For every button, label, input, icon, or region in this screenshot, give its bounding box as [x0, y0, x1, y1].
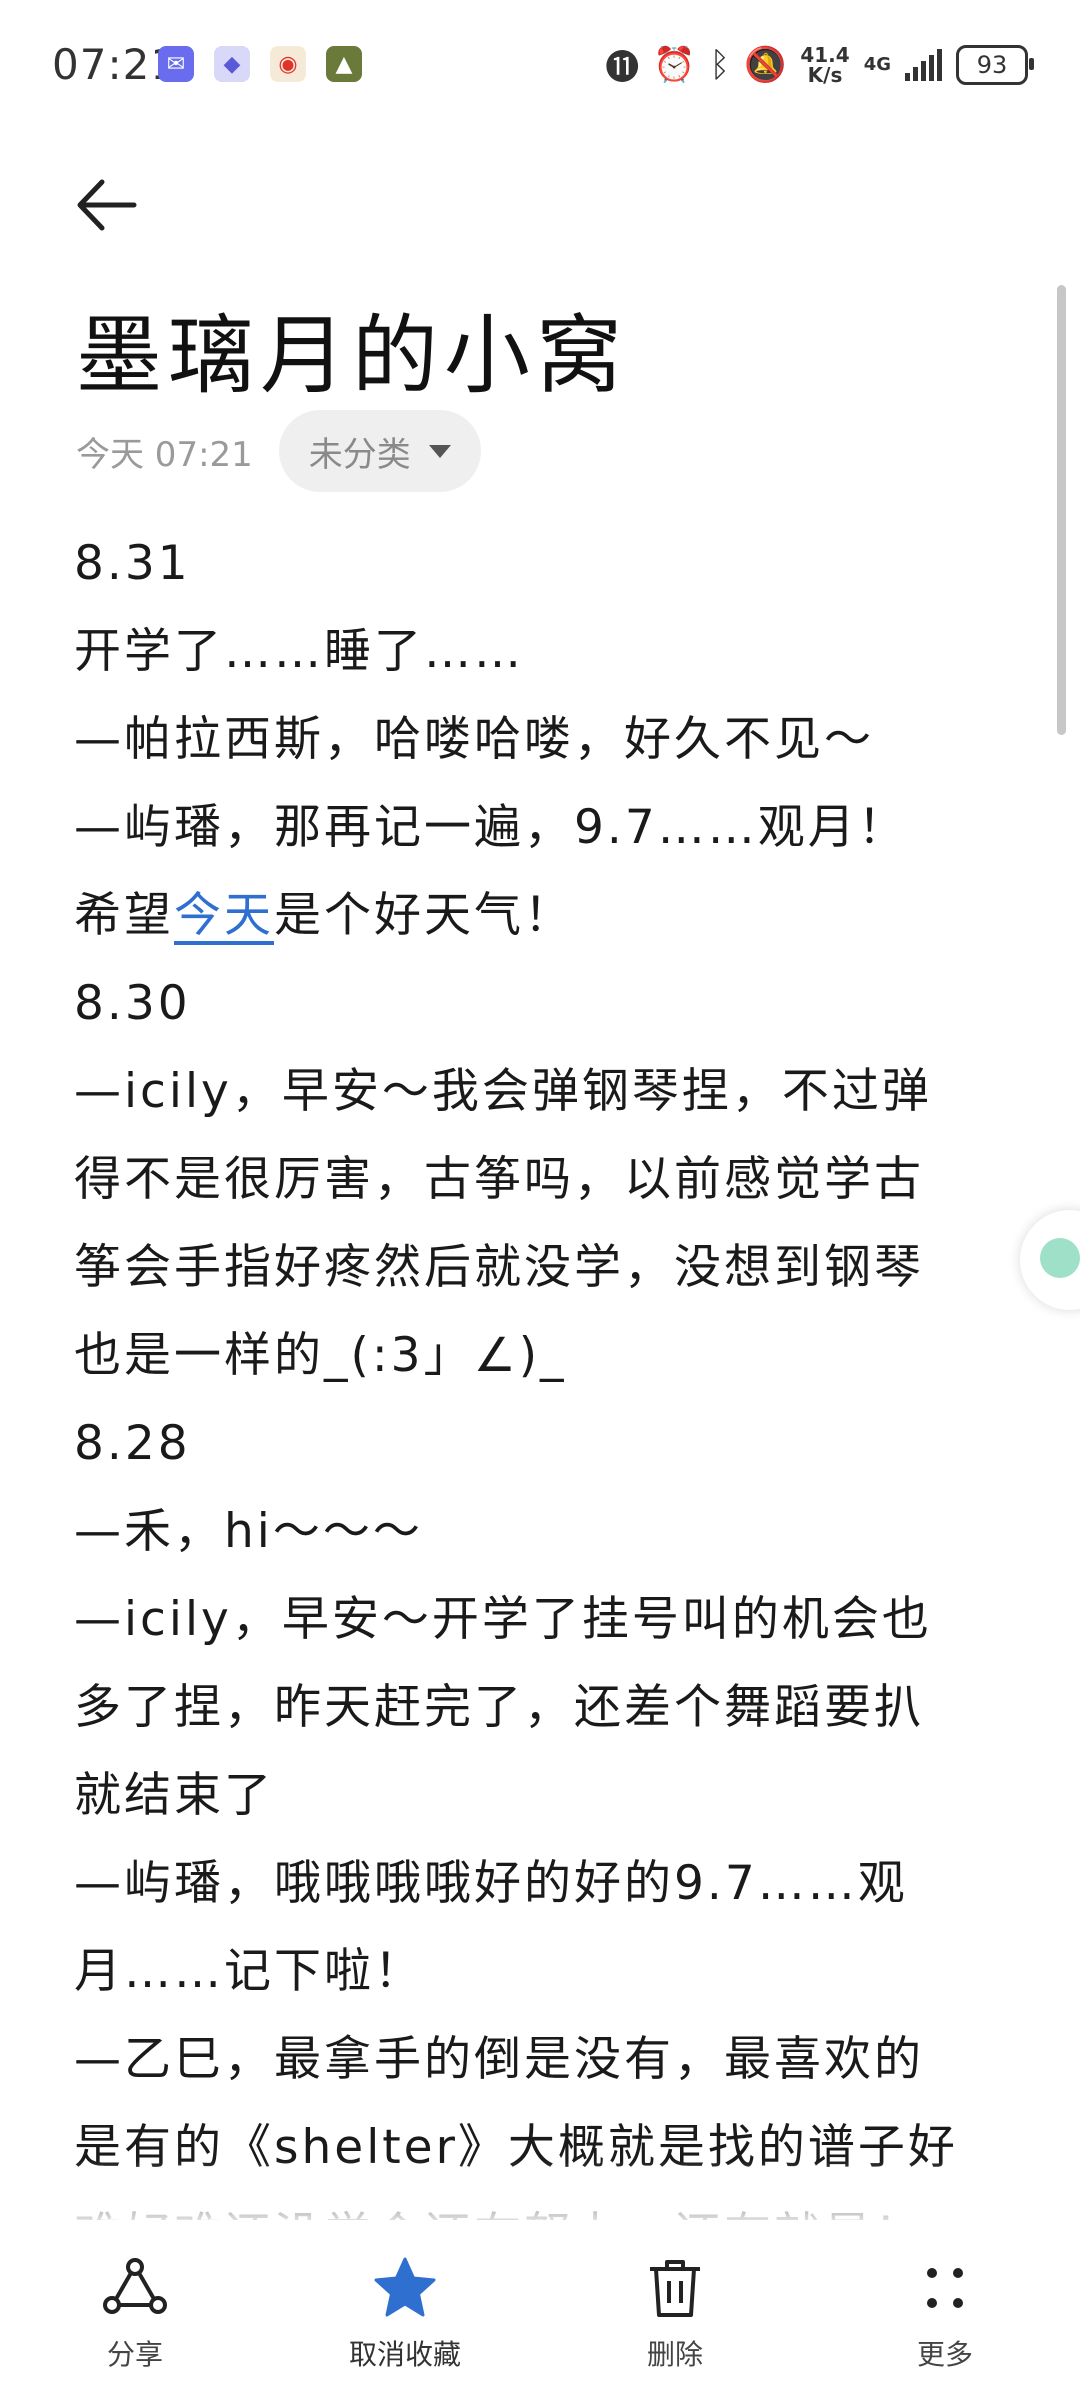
bottom-toolbar: 分享 取消收藏 删除 更多 — [0, 2225, 1080, 2388]
note-line: —icily，早安～我会弹钢琴捏，不过弹 — [74, 1064, 932, 1119]
trash-icon — [650, 2260, 700, 2317]
back-arrow-icon — [77, 179, 137, 231]
signal-icon — [905, 48, 942, 81]
note-line: —乙巳，最拿手的倒是没有，最喜欢的 — [74, 2032, 924, 2087]
note-line: —屿璠，哦哦哦哦好的好的9.7……观 — [74, 1856, 908, 1911]
note-line: 开学了……睡了…… — [74, 624, 524, 679]
share-icon — [103, 2258, 167, 2314]
note-line: 多了捏，昨天赶完了，还差个舞蹈要扒 — [74, 1680, 924, 1735]
notification-icons: ✉ ◆ ◉ ▲ — [158, 46, 362, 82]
more-label: 更多 — [916, 2338, 973, 2371]
note-date: 今天 07:21 — [76, 434, 253, 475]
note-line: 就结束了 — [74, 1768, 274, 1823]
unfavorite-label: 取消收藏 — [348, 2338, 461, 2371]
weibo-app-icon: ◉ — [270, 46, 306, 82]
note-line: —禾，hi～～～ — [74, 1504, 423, 1559]
game-app-icon: ▲ — [326, 46, 362, 82]
note-line: 月……记下啦！ — [74, 1944, 424, 1999]
note-text: 是个好天气！ — [274, 888, 574, 943]
network-speed: 41.4 K/s — [800, 42, 850, 87]
network-type: 4G — [863, 53, 891, 75]
note-line: —屿璠，那再记一遍，9.7……观月！ — [74, 800, 908, 855]
category-dropdown[interactable]: 未分类 — [278, 410, 481, 492]
note-line: 也是一样的_(:3」∠)_ — [74, 1328, 567, 1383]
date-link[interactable]: 今天 — [174, 888, 274, 943]
shield-app-icon: ◆ — [214, 46, 250, 82]
note-text: 希望 — [74, 888, 174, 943]
unfavorite-button[interactable]: 取消收藏 — [270, 2225, 540, 2388]
note-line: 8.28 — [74, 1416, 191, 1471]
back-button[interactable] — [72, 170, 142, 240]
system-indicators: ⓫ ⏰ ᛒ 🔕 41.4 K/s 4G 93 — [605, 40, 1034, 89]
alarm-icon: ⏰ — [653, 44, 696, 85]
status-bar: 07:21 ✉ ◆ ◉ ▲ ⓫ ⏰ ᛒ 🔕 41.4 K/s 4G 93 — [0, 0, 1080, 130]
note-title[interactable]: 墨璃月的小窝 — [76, 285, 628, 410]
category-label: 未分类 — [308, 434, 411, 475]
battery-icon: 93 — [956, 44, 1034, 85]
mail-app-icon: ✉ — [158, 46, 194, 82]
share-label: 分享 — [106, 2338, 163, 2371]
delete-button[interactable]: 删除 — [540, 2225, 810, 2388]
content-fade — [0, 2160, 1080, 2230]
battery-level: 93 — [976, 50, 1008, 79]
assistant-icon — [1040, 1238, 1080, 1278]
note-body[interactable]: 8.31 开学了……睡了…… —帕拉西斯，哈喽哈喽，好久不见～ —屿璠，那再记一遍，9… — [74, 520, 1014, 2220]
share-button[interactable]: 分享 — [0, 2225, 270, 2388]
delete-label: 删除 — [646, 2338, 703, 2371]
bluetooth-icon: ᛒ — [709, 44, 730, 85]
scrollbar[interactable] — [1057, 285, 1066, 735]
mute-icon: 🔕 — [743, 44, 787, 85]
star-filled-icon — [374, 2257, 436, 2317]
note-line: 筝会手指好疼然后就没学，没想到钢琴 — [74, 1240, 924, 1295]
note-line: 8.31 — [74, 536, 191, 591]
note-line: 8.30 — [74, 976, 191, 1031]
note-line: 得不是很厉害，古筝吗，以前感觉学古 — [74, 1152, 924, 1207]
note-line: —icily，早安～开学了挂号叫的机会也 — [74, 1592, 932, 1647]
note-line: —帕拉西斯，哈喽哈喽，好久不见～ — [74, 712, 874, 767]
chevron-down-icon — [428, 444, 451, 458]
note-meta: 今天 07:21 未分类 — [76, 410, 481, 492]
more-dots-icon — [927, 2268, 963, 2308]
note-line: 希望今天是个好天气！ — [74, 872, 1014, 960]
more-button[interactable]: 更多 — [810, 2225, 1080, 2388]
floating-assistant-button[interactable] — [1020, 1210, 1080, 1310]
hd-icon: ⓫ — [605, 48, 640, 88]
